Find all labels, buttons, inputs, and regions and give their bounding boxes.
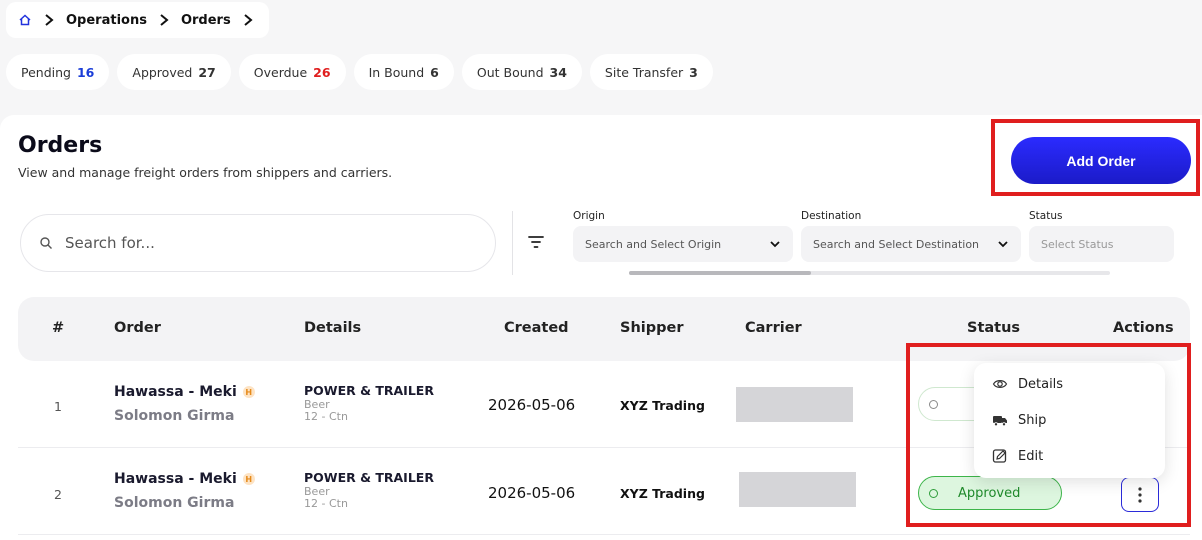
vehicle-type: POWER & TRAILER: [304, 383, 434, 398]
filter-scrollbar[interactable]: [629, 271, 1110, 275]
order-route[interactable]: Hawassa - Meki H: [114, 471, 255, 487]
chevron-right-icon: [157, 13, 171, 27]
top-bar: Operations Orders Pending 16 Approved 27…: [0, 0, 1202, 115]
search-input[interactable]: [65, 234, 465, 252]
status-select[interactable]: Select Status: [1029, 226, 1174, 262]
menu-item-label: Edit: [1018, 448, 1044, 464]
chip-approved[interactable]: Approved 27: [117, 54, 231, 90]
kebab-menu-icon: [1138, 486, 1142, 503]
chevron-right-icon: [42, 13, 56, 27]
truck-icon: [992, 412, 1008, 428]
breadcrumb-item-operations[interactable]: Operations: [66, 13, 147, 28]
menu-item-ship[interactable]: Ship: [992, 412, 1046, 428]
chip-label: Overdue: [253, 64, 308, 80]
chip-label: Site Transfer: [604, 64, 684, 80]
order-person: Solomon Girma: [114, 495, 235, 511]
page-title: Orders: [18, 133, 103, 158]
chip-out-bound[interactable]: Out Bound 34: [461, 54, 582, 90]
header-shipper: Shipper: [620, 320, 684, 336]
destination-label: Destination: [801, 210, 862, 222]
shipper-name: XYZ Trading: [620, 486, 705, 501]
row-actions-menu: Details Ship Edit: [974, 363, 1165, 478]
chip-label: Approved: [132, 64, 193, 80]
chip-in-bound[interactable]: In Bound 6: [353, 54, 454, 90]
cargo-qty: 12 - Ctn: [304, 410, 348, 423]
header-carrier: Carrier: [745, 320, 802, 336]
breadcrumb-item-orders[interactable]: Orders: [181, 13, 231, 28]
filter-icon[interactable]: [527, 234, 545, 250]
destination-placeholder: Search and Select Destination: [813, 237, 980, 251]
status-dot-icon: [929, 399, 938, 409]
order-route[interactable]: Hawassa - Meki H: [114, 384, 255, 400]
status-dot-icon: [929, 488, 938, 498]
header-details: Details: [304, 320, 362, 336]
chip-count: 3: [689, 64, 698, 80]
header-status: Status: [967, 320, 1021, 336]
table-header: # Order Details Created Shipper Carrier …: [18, 297, 1190, 361]
menu-item-label: Details: [1018, 376, 1064, 392]
menu-item-details[interactable]: Details: [992, 376, 1063, 392]
status-text: Approved: [958, 485, 1021, 501]
row-number: 1: [54, 399, 62, 414]
row-number: 2: [54, 487, 62, 502]
priority-badge: H: [242, 473, 255, 485]
page-subtitle: View and manage freight orders from ship…: [18, 165, 393, 180]
chip-label: In Bound: [368, 64, 425, 80]
chip-overdue[interactable]: Overdue 26: [238, 54, 346, 90]
row-actions-button[interactable]: [1121, 477, 1159, 512]
chevron-right-icon: [241, 13, 255, 27]
search-box[interactable]: [20, 214, 496, 272]
status-chips: Pending 16 Approved 27 Overdue 26 In Bou…: [6, 54, 713, 90]
chip-pending[interactable]: Pending 16: [6, 54, 110, 90]
created-date: 2026-05-06: [488, 484, 576, 502]
chevron-down-icon: [769, 238, 781, 250]
origin-select[interactable]: Search and Select Origin: [573, 226, 793, 262]
vehicle-type: POWER & TRAILER: [304, 470, 434, 485]
header-number: #: [52, 320, 65, 336]
eye-icon: [992, 376, 1008, 392]
breadcrumb: Operations Orders: [6, 2, 269, 38]
origin-label: Origin: [573, 210, 605, 222]
shipper-name: XYZ Trading: [620, 398, 705, 413]
divider: [512, 211, 513, 275]
add-order-button[interactable]: Add Order: [1011, 137, 1191, 184]
add-order-highlight: Add Order: [991, 119, 1200, 196]
carrier-placeholder: [736, 387, 853, 422]
destination-select[interactable]: Search and Select Destination: [801, 226, 1021, 262]
chip-site-transfer[interactable]: Site Transfer 3: [589, 54, 713, 90]
header-created: Created: [504, 320, 569, 336]
cargo-qty: 12 - Ctn: [304, 497, 348, 510]
header-order: Order: [114, 320, 161, 336]
chip-label: Out Bound: [476, 64, 544, 80]
status-placeholder: Select Status: [1041, 237, 1114, 251]
menu-item-label: Ship: [1018, 412, 1047, 428]
chip-count: 26: [313, 64, 331, 80]
route-text: Hawassa - Meki: [114, 384, 237, 400]
chip-count: 34: [549, 64, 567, 80]
priority-badge: H: [242, 386, 255, 398]
order-person: Solomon Girma: [114, 408, 235, 424]
scrollbar-thumb[interactable]: [629, 271, 811, 275]
edit-icon: [992, 448, 1008, 464]
search-icon: [39, 236, 53, 250]
home-icon[interactable]: [18, 13, 32, 27]
carrier-placeholder: [739, 472, 856, 507]
chip-count: 16: [76, 64, 95, 80]
chip-count: 27: [198, 64, 216, 80]
created-date: 2026-05-06: [488, 396, 576, 414]
menu-item-edit[interactable]: Edit: [992, 448, 1043, 464]
route-text: Hawassa - Meki: [114, 471, 237, 487]
chip-label: Pending: [21, 64, 71, 80]
origin-placeholder: Search and Select Origin: [585, 237, 722, 251]
chip-count: 6: [430, 64, 439, 80]
header-actions: Actions: [1113, 320, 1174, 336]
status-badge: Approved: [918, 476, 1062, 510]
status-label: Status: [1029, 210, 1063, 222]
chevron-down-icon: [997, 238, 1009, 250]
